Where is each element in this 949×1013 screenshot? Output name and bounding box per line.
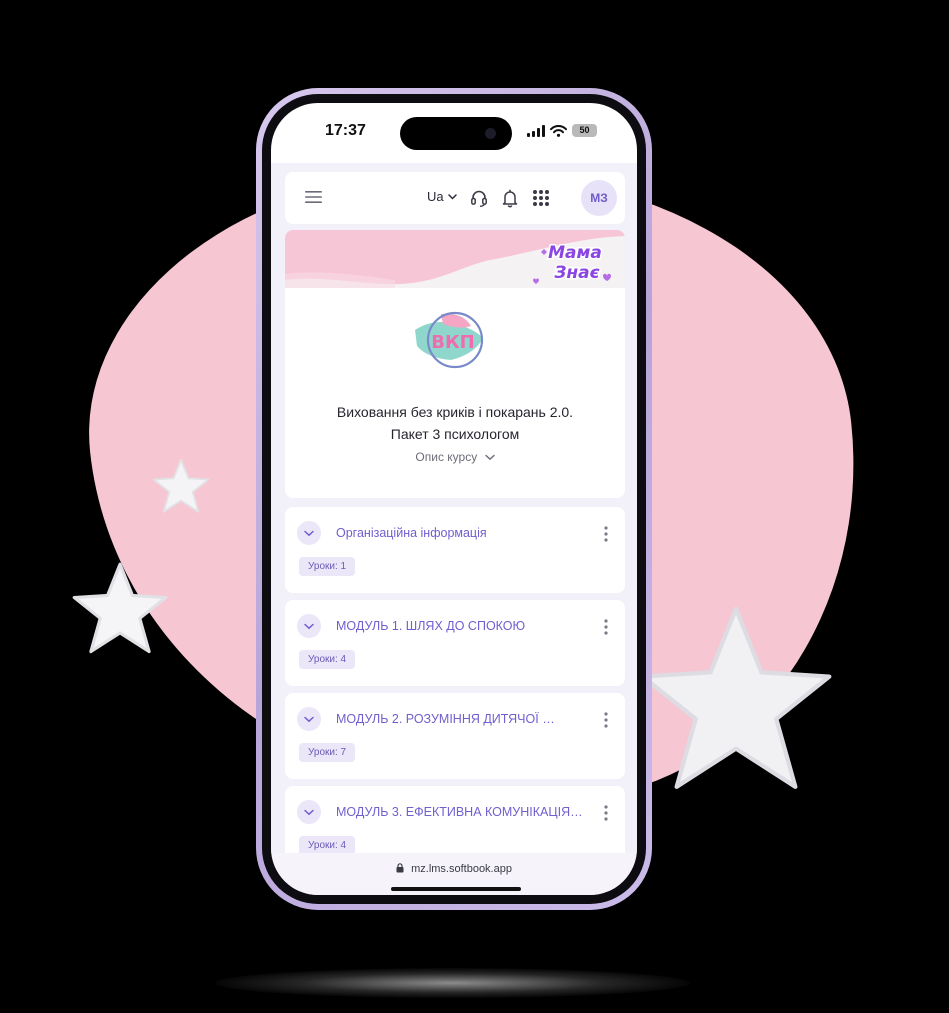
- course-card: Мама Знає ВКП Виховання без криків і пок…: [285, 230, 625, 498]
- course-title-line2: Пакет 3 психологом: [390, 426, 520, 442]
- menu-icon[interactable]: [305, 190, 322, 204]
- large-star-decoration: [640, 606, 832, 789]
- brand-logo-line1: Мама: [548, 243, 602, 263]
- chevron-down-icon: [304, 716, 314, 722]
- browser-url-bar[interactable]: mz.lms.softbook.app: [271, 853, 637, 895]
- more-options-icon[interactable]: [601, 804, 611, 822]
- course-logo-text: ВКП: [431, 332, 475, 353]
- bell-icon[interactable]: [500, 188, 520, 208]
- phone-frame: 17:37 50 Ua МЗ Мама Знає ВКП Виховання б…: [256, 88, 652, 910]
- url-display[interactable]: mz.lms.softbook.app: [271, 863, 637, 875]
- small-star-decoration: [152, 458, 210, 513]
- course-title-line1: Виховання без криків і покарань 2.0.: [336, 404, 574, 420]
- module-title[interactable]: МОДУЛЬ 1. ШЛЯХ ДО СПОКОЮ: [336, 619, 586, 633]
- lessons-count-badge: Уроки: 4: [299, 836, 356, 853]
- course-title: Виховання без криків і покарань 2.0. Пак…: [285, 401, 625, 445]
- home-indicator[interactable]: [391, 887, 521, 891]
- expand-module-button[interactable]: [297, 614, 321, 638]
- apps-grid-icon[interactable]: [531, 188, 551, 208]
- course-logo: ВКП: [415, 311, 484, 369]
- module-card: МОДУЛЬ 2. РОЗУМІННЯ ДИТЯЧОЇ ПОВЕДІНКИ Ур…: [285, 693, 625, 779]
- module-title[interactable]: МОДУЛЬ 3. ЕФЕКТИВНА КОМУНІКАЦІЯ З ДИТИНО…: [336, 805, 586, 819]
- lock-icon: [396, 863, 404, 873]
- more-options-icon[interactable]: [601, 618, 611, 636]
- module-card: Організаційна інформація Уроки: 1: [285, 507, 625, 593]
- module-title[interactable]: МОДУЛЬ 2. РОЗУМІННЯ ДИТЯЧОЇ ПОВЕДІНКИ: [336, 712, 556, 726]
- brand-logo-line2: Знає: [553, 263, 599, 283]
- phone-floor-shadow: [215, 968, 690, 998]
- language-label: Ua: [427, 189, 444, 204]
- battery-icon: 50: [572, 124, 597, 137]
- module-title[interactable]: Організаційна інформація: [336, 526, 586, 540]
- expand-module-button[interactable]: [297, 521, 321, 545]
- lessons-count-badge: Уроки: 7: [299, 743, 356, 762]
- chevron-down-icon: [447, 193, 457, 200]
- phone-screen: 17:37 50 Ua МЗ Мама Знає ВКП Виховання б…: [271, 103, 637, 895]
- more-options-icon[interactable]: [601, 711, 611, 729]
- chevron-down-icon: [304, 809, 314, 815]
- course-description-toggle[interactable]: Опис курсу: [285, 450, 625, 464]
- expand-module-button[interactable]: [297, 800, 321, 824]
- chevron-down-icon: [484, 454, 495, 461]
- status-bar: 17:37 50: [271, 103, 637, 163]
- expand-module-button[interactable]: [297, 707, 321, 731]
- language-selector[interactable]: Ua: [427, 189, 457, 204]
- url-text: mz.lms.softbook.app: [411, 863, 512, 875]
- wifi-icon: [550, 124, 567, 137]
- status-icons: 50: [527, 124, 597, 137]
- phone-bezel: 17:37 50 Ua МЗ Мама Знає ВКП Виховання б…: [262, 94, 646, 904]
- status-time: 17:37: [325, 122, 366, 139]
- module-card: МОДУЛЬ 3. ЕФЕКТИВНА КОМУНІКАЦІЯ З ДИТИНО…: [285, 786, 625, 853]
- top-navigation-bar: Ua МЗ: [285, 172, 625, 224]
- course-description-label: Опис курсу: [415, 450, 478, 464]
- lessons-count-badge: Уроки: 4: [299, 650, 356, 669]
- chevron-down-icon: [304, 530, 314, 536]
- mama-znaie-logo: Мама Знає: [533, 242, 611, 285]
- module-card: МОДУЛЬ 1. ШЛЯХ ДО СПОКОЮ Уроки: 4: [285, 600, 625, 686]
- medium-star-decoration: [72, 562, 168, 654]
- more-options-icon[interactable]: [601, 525, 611, 543]
- chevron-down-icon: [304, 623, 314, 629]
- lessons-count-badge: Уроки: 1: [299, 557, 356, 576]
- user-avatar[interactable]: МЗ: [581, 180, 617, 216]
- headset-icon[interactable]: [469, 188, 489, 208]
- app-content[interactable]: Ua МЗ Мама Знає ВКП Виховання без криків…: [271, 163, 637, 853]
- camera-icon: [485, 128, 496, 139]
- dynamic-island: [400, 117, 512, 150]
- signal-icon: [527, 124, 545, 137]
